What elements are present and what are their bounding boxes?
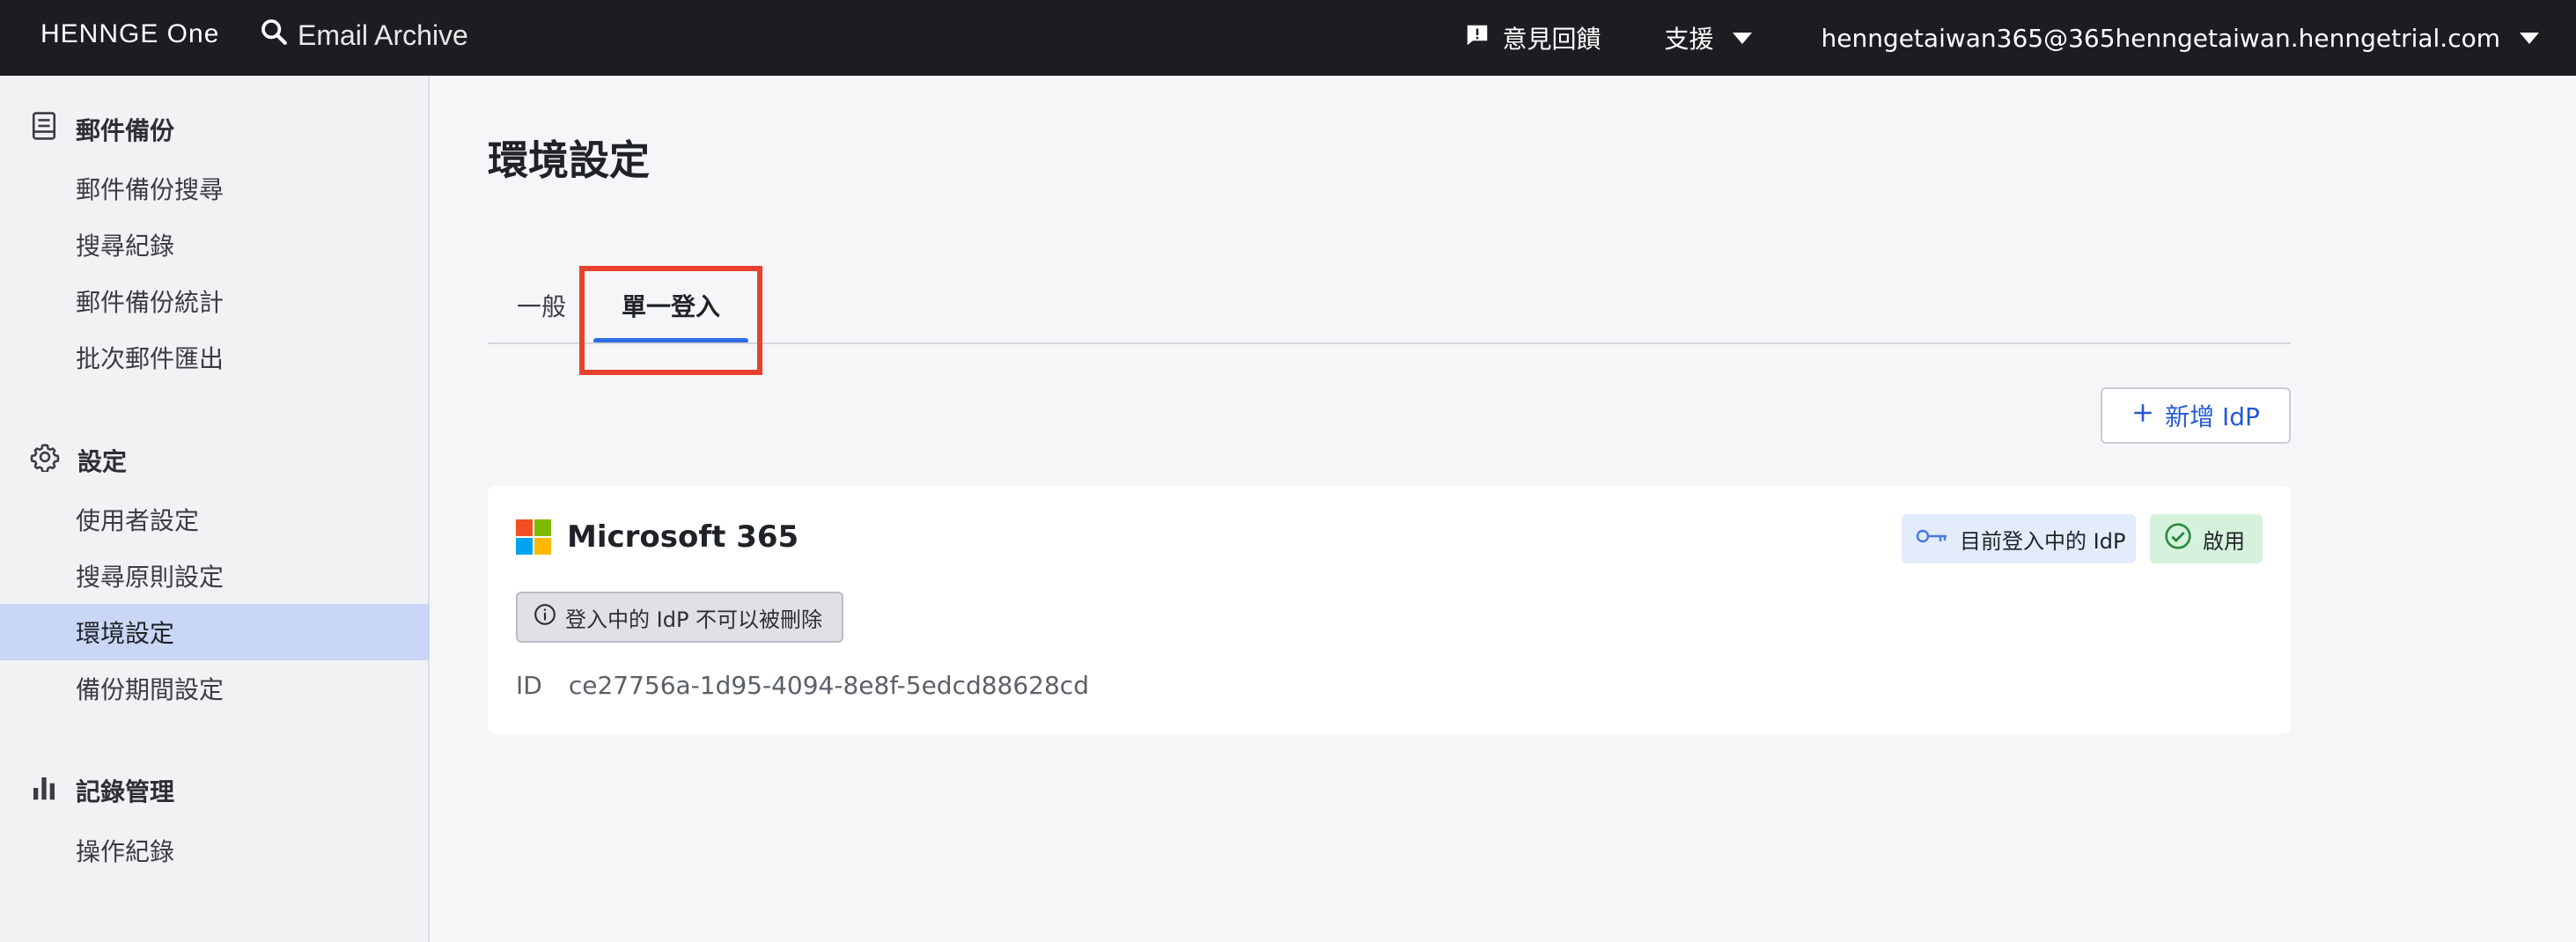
account-menu[interactable]: henngetaiwan365@365henngetaiwan.henngetr… [1821,24,2539,53]
account-email: henngetaiwan365@365henngetaiwan.henngetr… [1821,23,2500,53]
id-label: ID [516,671,542,700]
add-idp-label: 新增 IdP [2165,402,2260,431]
key-icon [1916,526,1949,551]
sidebar-section-settings: 設定 [30,442,127,478]
sidebar-section-label: 設定 [77,446,128,476]
app-title[interactable]: Email Archive [259,16,468,55]
notice-text: 登入中的 IdP 不可以被刪除 [565,607,823,632]
sidebar-item-search-history[interactable]: 搜尋紀錄 [0,217,430,273]
highlight-box [579,266,762,375]
chevron-down-icon [1733,32,1753,44]
feedback-icon [1463,22,1491,55]
feedback-button[interactable]: 意見回饋 [1463,20,1601,55]
microsoft-logo-icon [516,519,551,555]
sidebar-section-label: 記錄管理 [76,777,175,806]
delete-notice: 登入中的 IdP 不可以被刪除 [516,592,843,643]
app-name: Email Archive [298,18,468,51]
sidebar-item-backup-period[interactable]: 備份期間設定 [0,660,430,717]
support-menu[interactable]: 支援 [1664,20,1753,55]
gear-icon [30,442,60,478]
bar-chart-icon [30,774,58,808]
sidebar-section-archive: 郵件備份 [30,111,174,147]
sidebar-section-records: 記錄管理 [30,773,174,808]
tab-general[interactable]: 一般 [511,282,572,329]
info-icon [534,603,556,631]
status-badge: 啟用 [2150,514,2263,563]
id-value: ce27756a-1d95-4094-8e8f-5edcd88628cd [568,671,1089,700]
idp-name: Microsoft 365 [567,519,799,555]
archive-icon [30,111,58,147]
top-bar: HENNGE One Email Archive 意見回饋 支援 hennget… [0,0,2576,76]
sidebar: 郵件備份 郵件備份搜尋 搜尋紀錄 郵件備份統計 批次郵件匯出 設定 使用者設定 … [0,76,430,942]
feedback-label: 意見回饋 [1502,25,1601,54]
current-idp-badge: 目前登入中的 IdP [1902,514,2136,563]
page-title: 環境設定 [488,136,650,184]
current-idp-label: 目前登入中的 IdP [1960,528,2126,554]
idp-title: Microsoft 365 [516,519,799,555]
chevron-down-icon [2520,32,2539,44]
sidebar-item-archive-stats[interactable]: 郵件備份統計 [0,273,430,329]
sidebar-item-search-policy[interactable]: 搜尋原則設定 [0,548,430,604]
idp-id-row: ID ce27756a-1d95-4094-8e8f-5edcd88628cd [516,671,1089,700]
status-label: 啟用 [2203,528,2245,554]
sidebar-item-user-settings[interactable]: 使用者設定 [0,491,430,548]
sidebar-item-environment-settings[interactable]: 環境設定 [0,604,430,660]
search-icon [259,17,289,54]
sidebar-item-operation-log[interactable]: 操作紀錄 [0,822,430,879]
sidebar-item-batch-export[interactable]: 批次郵件匯出 [0,329,430,386]
sidebar-section-label: 郵件備份 [76,115,175,145]
support-label: 支援 [1664,25,1714,54]
check-circle-icon [2164,522,2192,556]
hennge-one-logo[interactable]: HENNGE One [40,19,219,49]
add-idp-button[interactable]: 新增 IdP [2101,387,2291,444]
sidebar-item-archive-search[interactable]: 郵件備份搜尋 [0,160,430,217]
plus-icon [2131,401,2154,431]
